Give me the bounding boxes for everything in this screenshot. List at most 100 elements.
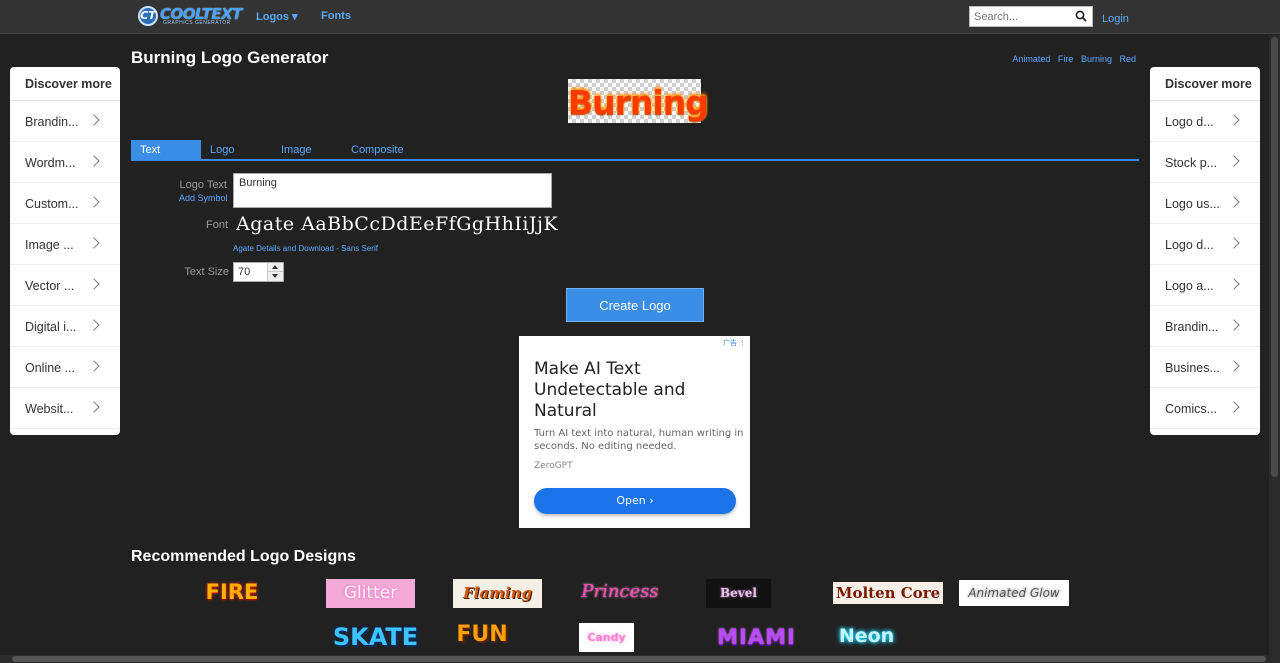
right-panel-title: Discover more: [1150, 67, 1260, 101]
ad-title[interactable]: Make AI Text Undetectable and Natural: [534, 359, 739, 422]
discover-item[interactable]: Online ...: [10, 347, 120, 388]
logo-style-molten-core[interactable]: Molten Core: [833, 582, 943, 604]
logo-style-skate[interactable]: SKATE: [329, 623, 422, 653]
chevron-right-icon: [88, 319, 100, 331]
search-box: [969, 6, 1093, 27]
chevron-right-icon: [1228, 155, 1240, 167]
tag-link[interactable]: Fire: [1058, 54, 1074, 64]
discover-item-label: Wordm...: [25, 156, 76, 170]
tag-link[interactable]: Burning: [1081, 54, 1112, 64]
discover-item[interactable]: Websit...: [10, 388, 120, 429]
logo-style-flaming[interactable]: Flaming: [453, 579, 542, 608]
logo-text-field[interactable]: Burning: [233, 173, 552, 208]
nav-logos-menu[interactable]: Logos ▾: [256, 10, 298, 23]
chevron-right-icon: [1228, 319, 1240, 331]
scrollbar-thumb[interactable]: [1271, 37, 1278, 477]
add-symbol-link[interactable]: Add Symbol: [179, 193, 228, 203]
ad-open-button[interactable]: Open ›: [534, 488, 736, 514]
text-size-stepper[interactable]: 70: [233, 262, 284, 282]
tab-logo[interactable]: Logo: [210, 144, 234, 156]
text-size-value: 70: [238, 266, 251, 278]
chevron-right-icon: [1228, 114, 1240, 126]
discover-item-label: Comics...: [1165, 402, 1218, 416]
discover-item-label: Logo d...: [1165, 115, 1214, 129]
create-logo-button[interactable]: Create Logo: [566, 288, 704, 322]
discover-item-label: Logo us...: [1165, 197, 1220, 211]
discover-item[interactable]: Vector ...: [10, 265, 120, 306]
ad-choices-icon[interactable]: 广告 ⋮: [723, 338, 746, 348]
decrement-icon[interactable]: [268, 272, 283, 281]
discover-item[interactable]: Comics...: [1150, 388, 1260, 429]
login-link[interactable]: Login: [1102, 13, 1129, 25]
logo-style-glitter[interactable]: Glitter: [326, 579, 415, 608]
discover-item[interactable]: Custom...: [10, 183, 120, 224]
font-label: Font: [205, 219, 228, 231]
chevron-right-icon: [88, 360, 100, 372]
discover-item[interactable]: Wordm...: [10, 142, 120, 183]
recommended-title: Recommended Logo Designs: [131, 548, 356, 565]
vertical-scrollbar[interactable]: [1269, 35, 1280, 655]
logo-style-bevel[interactable]: Bevel: [706, 579, 771, 608]
discover-item[interactable]: Logo d...: [1150, 224, 1260, 265]
discover-item[interactable]: Logo d...: [1150, 101, 1260, 142]
logo-style-princess[interactable]: Princess: [580, 581, 660, 607]
tag-list: Animated Fire Burning Red: [1007, 54, 1136, 64]
left-panel-title: Discover more: [10, 67, 120, 101]
discover-item-label: Stock p...: [1165, 156, 1218, 170]
discover-item-label: Busines...: [1165, 361, 1220, 375]
logo-style-animated-glow[interactable]: Animated Glow: [959, 580, 1069, 606]
discover-item[interactable]: Brandin...: [10, 101, 120, 142]
scrollbar-thumb[interactable]: [12, 656, 1266, 662]
cooltext-badge-icon: CT: [138, 6, 158, 26]
logo-text-label: Logo Text: [179, 179, 227, 191]
discover-item-label: Brandin...: [25, 115, 79, 129]
discover-item-label: Image ...: [25, 238, 74, 252]
discover-item[interactable]: Busines...: [1150, 347, 1260, 388]
discover-item-label: Vector ...: [25, 279, 75, 293]
logo-style-candy[interactable]: Candy: [579, 623, 634, 652]
chevron-right-icon: [88, 114, 100, 126]
tab-composite[interactable]: Composite: [351, 144, 404, 156]
discover-item[interactable]: Stock p...: [1150, 142, 1260, 183]
chevron-right-icon: [1228, 360, 1240, 372]
stepper-arrows: [267, 263, 283, 281]
logo-style-fire[interactable]: FIRE: [200, 580, 264, 608]
ad-body: Turn AI text into natural, human writing…: [534, 428, 744, 452]
tag-link[interactable]: Red: [1119, 54, 1136, 64]
discover-item[interactable]: Logo us...: [1150, 183, 1260, 224]
discover-item[interactable]: Logo a...: [1150, 265, 1260, 306]
horizontal-scrollbar[interactable]: [0, 655, 1280, 663]
logo-style-miami[interactable]: MIAMI: [709, 625, 804, 650]
search-icon[interactable]: [1075, 10, 1087, 22]
chevron-right-icon: [88, 196, 100, 208]
search-input[interactable]: [970, 7, 1070, 27]
font-sample-selector[interactable]: Agate AaBbCcDdEeFfGgHhIiJjK: [236, 213, 558, 235]
ad-brand: ZeroGPT: [534, 461, 573, 471]
increment-icon[interactable]: [268, 263, 283, 272]
discover-item[interactable]: Image ...: [10, 224, 120, 265]
font-details-link[interactable]: Agate Details and Download - Sans Serif: [233, 244, 378, 253]
discover-item[interactable]: Brandin...: [1150, 306, 1260, 347]
page-title: Burning Logo Generator: [131, 48, 329, 67]
chevron-right-icon: [88, 278, 100, 290]
discover-item-label: Logo d...: [1165, 238, 1214, 252]
chevron-right-icon: [1228, 196, 1240, 208]
chevron-right-icon: [88, 237, 100, 249]
logo-style-fun[interactable]: FUN: [453, 622, 511, 652]
nav-fonts-link[interactable]: Fonts: [321, 10, 351, 22]
tag-link[interactable]: Animated: [1012, 54, 1050, 64]
right-discover-panel: Discover more Logo d... Stock p... Logo …: [1150, 67, 1260, 435]
chevron-right-icon: [88, 155, 100, 167]
advertisement: 广告 ⋮ Make AI Text Undetectable and Natur…: [519, 336, 750, 528]
chevron-right-icon: [88, 401, 100, 413]
chevron-right-icon: [1228, 278, 1240, 290]
logo-style-neon[interactable]: Neon: [835, 625, 898, 650]
site-logo[interactable]: CT COOLTEXT GRAPHICS GENERATOR: [138, 4, 242, 28]
tab-image[interactable]: Image: [281, 144, 312, 156]
discover-item-label: Brandin...: [1165, 320, 1219, 334]
tab-text[interactable]: Text: [131, 140, 201, 159]
discover-item-label: Logo a...: [1165, 279, 1214, 293]
logo-preview: Burning: [568, 79, 709, 123]
discover-item[interactable]: Digital i...: [10, 306, 120, 347]
text-size-label: Text Size: [184, 266, 229, 278]
